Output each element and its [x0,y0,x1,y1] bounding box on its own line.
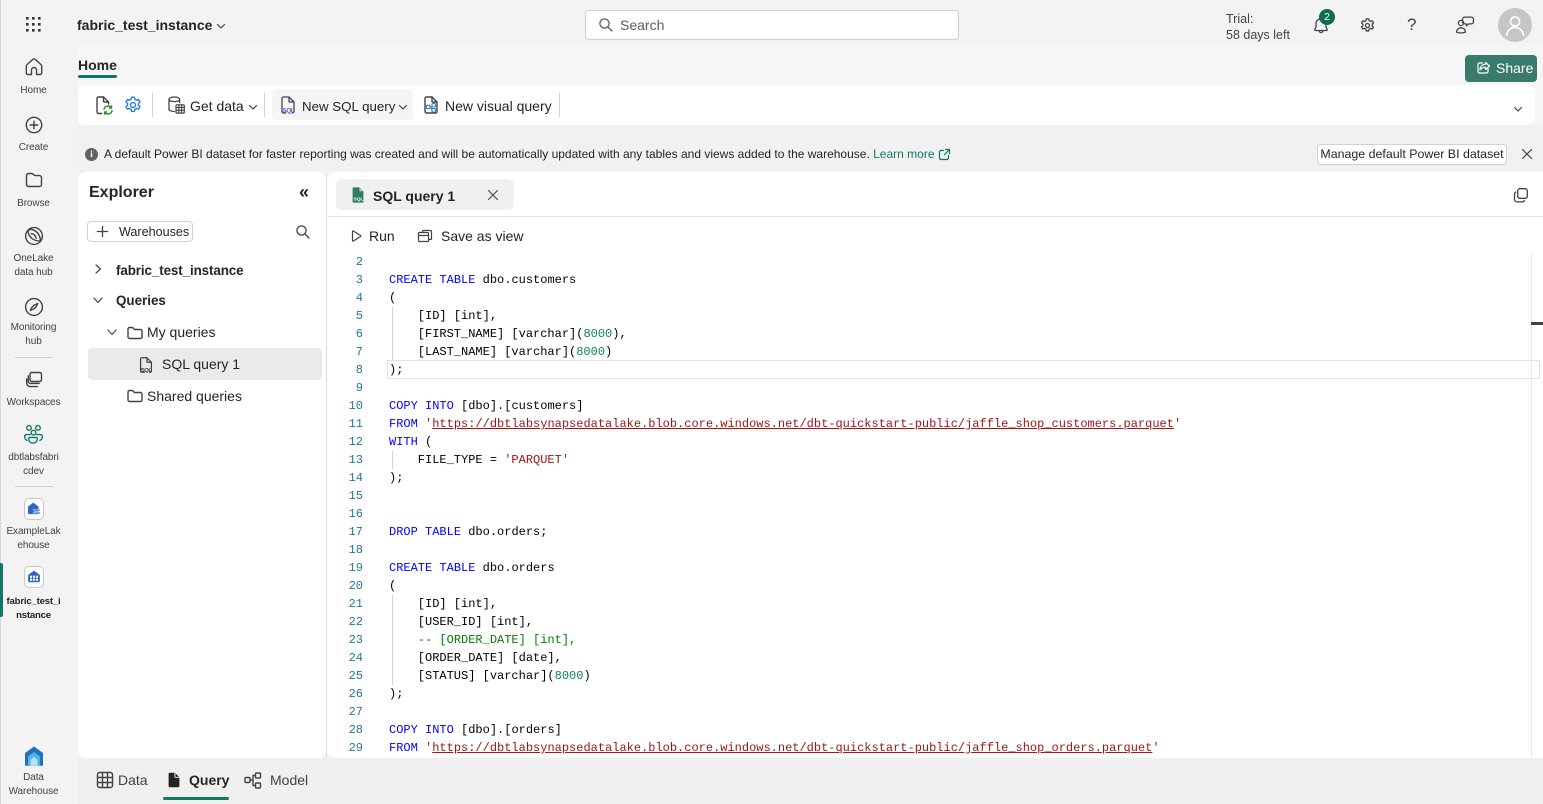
svg-text:SQL: SQL [141,368,153,374]
svg-text:SQL: SQL [283,108,295,115]
svg-text:SQL: SQL [354,196,364,202]
